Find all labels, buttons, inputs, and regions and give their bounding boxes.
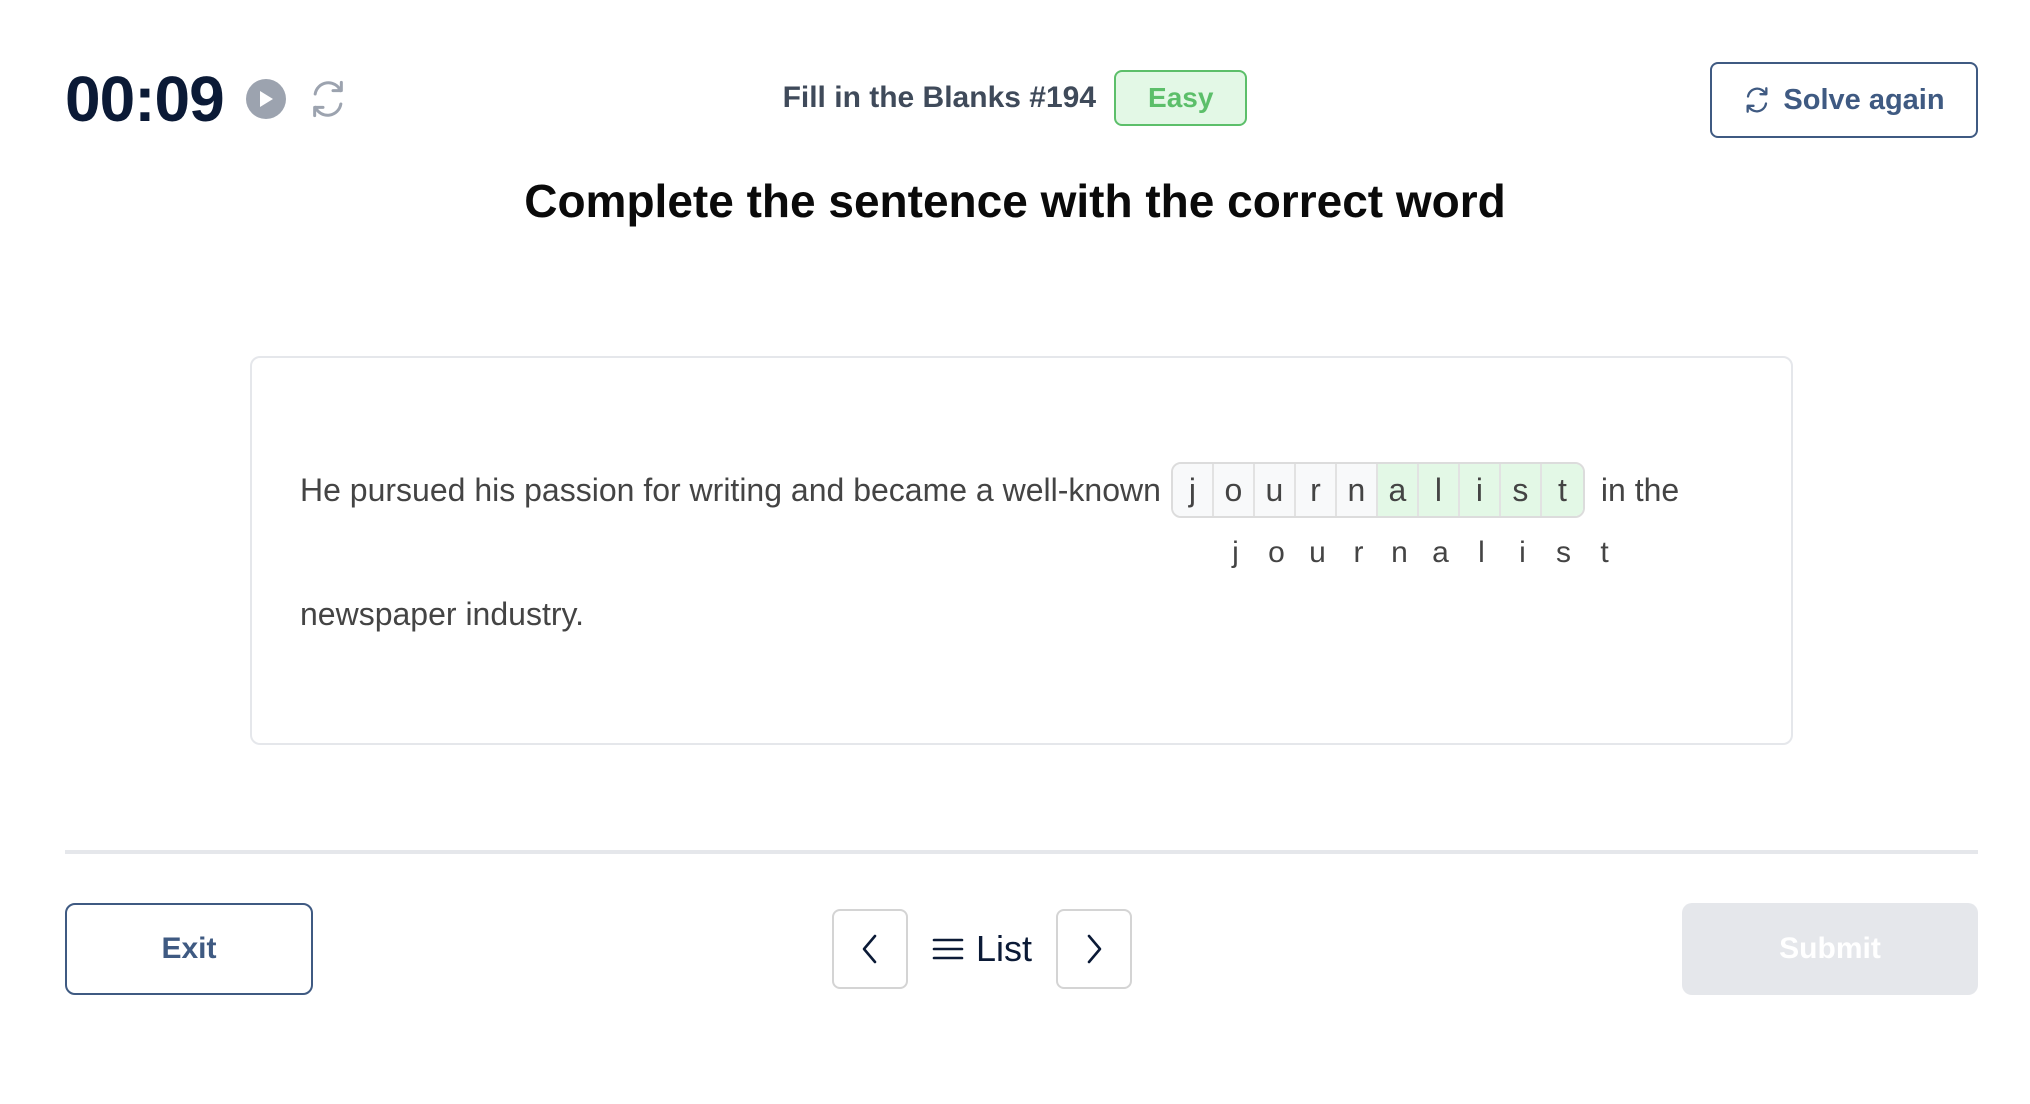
list-label: List bbox=[976, 928, 1033, 969]
hint-letter: t bbox=[1600, 536, 1609, 569]
chevron-left-icon bbox=[862, 934, 877, 964]
letter-cell[interactable]: i bbox=[1459, 464, 1501, 516]
hint-letter: j bbox=[1232, 536, 1239, 569]
hint-letter: u bbox=[1309, 536, 1326, 569]
letter-cell[interactable]: o bbox=[1213, 464, 1255, 516]
letter-cell[interactable]: l bbox=[1418, 464, 1460, 516]
letter-cell[interactable]: t bbox=[1541, 464, 1583, 516]
letter-cell[interactable]: n bbox=[1336, 464, 1378, 516]
letter-cell[interactable]: a bbox=[1377, 464, 1419, 516]
sentence-after: in the bbox=[1600, 471, 1680, 508]
hint-letter: i bbox=[1519, 536, 1526, 569]
sentence-line: He pursued his passion for writing and b… bbox=[300, 462, 1679, 518]
letter-cell[interactable]: u bbox=[1254, 464, 1296, 516]
answer-word-input[interactable]: journalist bbox=[1170, 462, 1585, 518]
letter-cell[interactable]: s bbox=[1500, 464, 1542, 516]
next-button[interactable] bbox=[1056, 909, 1133, 989]
letter-cell[interactable]: r bbox=[1295, 464, 1337, 516]
list-button[interactable]: List bbox=[932, 928, 1032, 970]
menu-icon bbox=[932, 938, 964, 960]
hint-letter: n bbox=[1391, 536, 1408, 569]
solve-again-label: Solve again bbox=[1783, 83, 1945, 116]
hint-letter: a bbox=[1432, 536, 1449, 569]
letter-cell[interactable]: j bbox=[1172, 464, 1214, 516]
hint-letter: r bbox=[1353, 536, 1364, 569]
hint-letter: l bbox=[1478, 536, 1485, 569]
prompt-heading: Complete the sentence with the correct w… bbox=[524, 175, 1506, 227]
hint-letters: journal ist bbox=[1215, 536, 1625, 570]
solve-again-button[interactable]: Solve again bbox=[1710, 62, 1978, 138]
difficulty-badge: Easy bbox=[1114, 70, 1248, 126]
submit-button[interactable]: Submit bbox=[1682, 903, 1978, 995]
refresh-icon bbox=[1746, 87, 1768, 113]
chevron-right-icon bbox=[1087, 934, 1102, 964]
sentence-continuation: newspaper industry. bbox=[300, 596, 584, 632]
puzzle-navigation: List bbox=[832, 909, 1133, 989]
exit-button[interactable]: Exit bbox=[65, 903, 313, 995]
hint-letter: s bbox=[1556, 536, 1571, 569]
sentence-card: He pursued his passion for writing and b… bbox=[250, 356, 1793, 745]
hint-letter: o bbox=[1268, 536, 1285, 569]
previous-button[interactable] bbox=[832, 909, 908, 989]
puzzle-title: Fill in the Blanks #194 bbox=[782, 81, 1097, 114]
divider bbox=[65, 850, 1978, 854]
sentence-before: He pursued his passion for writing and b… bbox=[300, 471, 1161, 508]
